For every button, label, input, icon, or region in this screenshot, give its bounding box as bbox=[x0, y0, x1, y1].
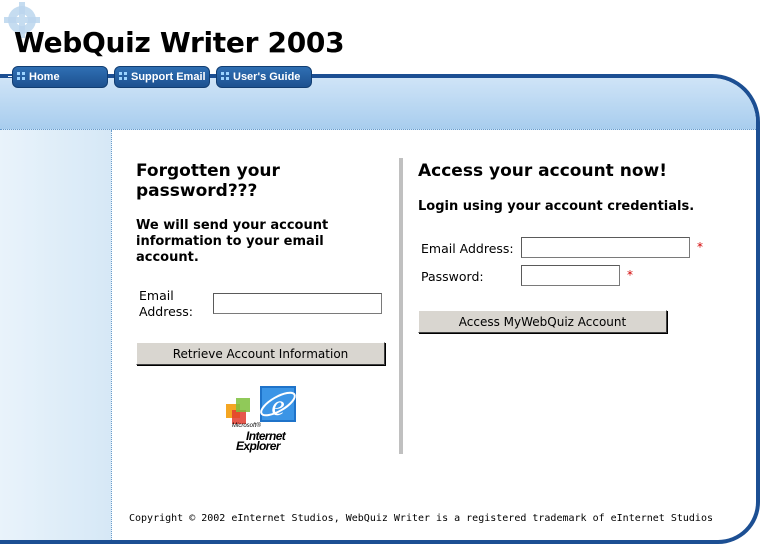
login-subheading: Login using your account credentials. bbox=[418, 199, 695, 214]
access-account-button[interactable]: Access MyWebQuiz Account bbox=[418, 310, 667, 333]
tab-support-email[interactable]: Support Email bbox=[114, 66, 210, 88]
forgot-description: We will send your account information to… bbox=[136, 218, 329, 265]
tab-label: Support Email bbox=[131, 71, 206, 83]
forgot-email-input[interactable] bbox=[213, 293, 382, 314]
ie-brand-text: Microsoft® Internet Explorer bbox=[232, 421, 286, 453]
login-email-input[interactable] bbox=[521, 237, 690, 258]
tab-users-guide[interactable]: User's Guide bbox=[216, 66, 312, 88]
forgot-email-label: Email Address: bbox=[139, 288, 193, 319]
left-sidebar bbox=[0, 130, 112, 540]
footer-copyright: Copyright © 2002 eInternet Studios, WebQ… bbox=[129, 513, 713, 524]
login-password-label: Password: bbox=[421, 269, 484, 284]
login-password-input[interactable] bbox=[521, 265, 620, 286]
header-band bbox=[0, 78, 756, 130]
required-marker: * bbox=[697, 240, 703, 254]
retrieve-account-button[interactable]: Retrieve Account Information bbox=[136, 342, 385, 365]
tab-home[interactable]: Home bbox=[12, 66, 108, 88]
grid-icon bbox=[221, 72, 231, 82]
tab-label: User's Guide bbox=[233, 71, 301, 83]
forgot-heading: Forgotten your password??? bbox=[136, 161, 280, 201]
ie-brand-line2: Explorer bbox=[236, 439, 280, 453]
section-divider bbox=[399, 158, 403, 454]
login-heading: Access your account now! bbox=[418, 161, 667, 181]
required-marker: * bbox=[627, 268, 633, 282]
grid-icon bbox=[119, 72, 129, 82]
login-email-label: Email Address: bbox=[421, 241, 514, 256]
grid-icon bbox=[17, 72, 27, 82]
tab-label: Home bbox=[29, 71, 60, 83]
app-title: WebQuiz Writer 2003 bbox=[14, 26, 345, 59]
